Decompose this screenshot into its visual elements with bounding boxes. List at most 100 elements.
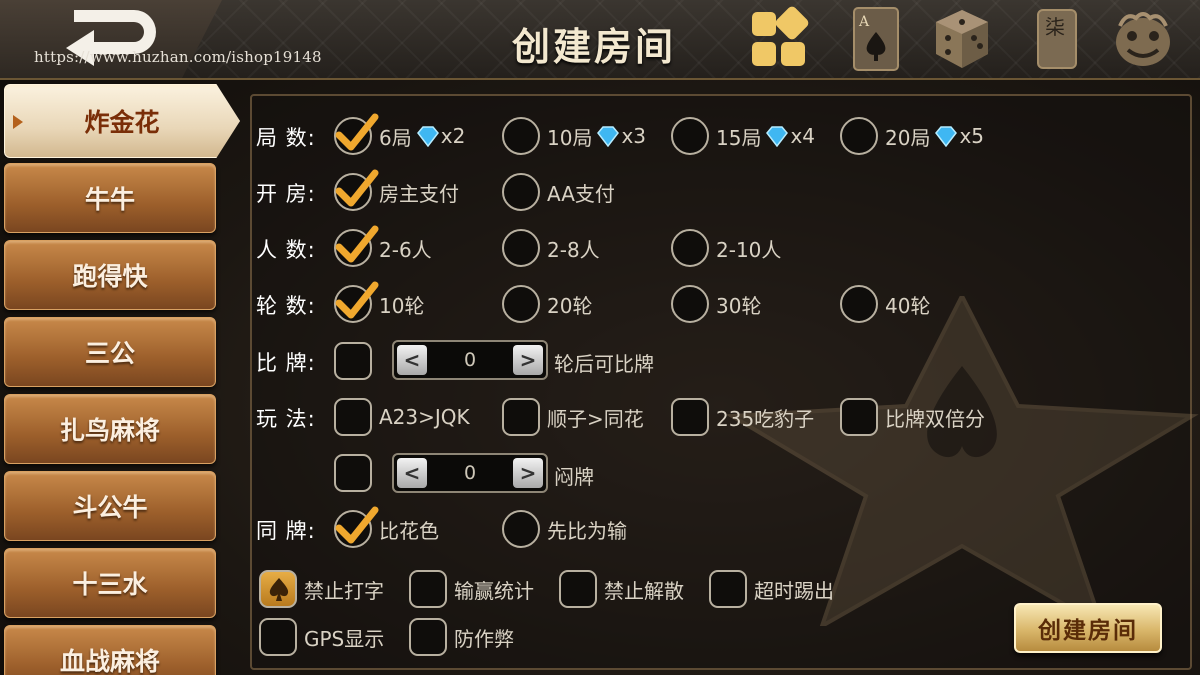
checkbox-unchecked[interactable] — [334, 398, 372, 436]
sidebar-item-label: 扎鸟麻将 — [59, 416, 160, 445]
radio-unchecked[interactable] — [671, 229, 709, 267]
option-label: GPS显示 — [304, 626, 385, 651]
option-label: 顺子>同花 — [547, 406, 644, 431]
rounds-option-20[interactable]: 20局 x5 — [840, 117, 984, 155]
rounds-option-10[interactable]: 10局 x3 — [502, 117, 646, 155]
sidebar-item-label: 三公 — [84, 339, 135, 368]
extra-option-timeout-kick[interactable]: 超时踢出 — [709, 570, 834, 608]
checkbox-unchecked[interactable] — [409, 618, 447, 656]
checkbox-checked[interactable] — [259, 570, 297, 608]
radio-checked[interactable] — [334, 285, 372, 323]
mahjong-icon[interactable]: 柒 — [1030, 6, 1092, 72]
create-room-button[interactable]: 创建房间 — [1014, 603, 1162, 653]
rounds-option-6[interactable]: 6局 x2 — [334, 117, 465, 155]
rounds-option-15[interactable]: 15局 x4 — [671, 117, 815, 155]
spade-icon — [269, 578, 289, 601]
radio-unchecked[interactable] — [840, 285, 878, 323]
option-label: 禁止打字 — [304, 578, 384, 603]
turns-option-40[interactable]: 40轮 — [840, 285, 930, 323]
rounds-label: 局 数: — [256, 126, 316, 150]
diamond-icon — [766, 126, 789, 147]
sidebar-item-shisanshui[interactable]: 十三水 — [4, 548, 216, 618]
lion-icon[interactable] — [1112, 6, 1174, 72]
sidebar-item-label: 斗公牛 — [72, 493, 148, 522]
option-label: 先比为输 — [547, 518, 627, 543]
selected-triangle-icon — [13, 115, 23, 129]
radio-unchecked[interactable] — [671, 285, 709, 323]
turns-option-20[interactable]: 20轮 — [502, 285, 592, 323]
option-label: 40轮 — [885, 293, 931, 318]
checkbox-unchecked[interactable] — [840, 398, 878, 436]
svg-text:A: A — [858, 14, 870, 30]
blind-checkbox[interactable] — [334, 454, 372, 492]
play-option-double[interactable]: 比牌双倍分 — [840, 398, 985, 436]
play-option-straight[interactable]: 顺子>同花 — [502, 398, 644, 436]
sidebar-item-zhaniao-mahjong[interactable]: 扎鸟麻将 — [4, 394, 216, 464]
sidebar-item-xuezhan-mahjong[interactable]: 血战麻将 — [4, 625, 216, 675]
checkbox-unchecked[interactable] — [502, 398, 540, 436]
sidebar-item-label: 血战麻将 — [59, 647, 160, 675]
checkbox-unchecked[interactable] — [709, 570, 747, 608]
same-option-suit[interactable]: 比花色 — [334, 510, 439, 548]
extra-option-win-loss-stats[interactable]: 输赢统计 — [409, 570, 534, 608]
option-label: 10局 — [547, 125, 593, 150]
compare-label: 比 牌: — [256, 351, 316, 375]
sidebar-item-zhajinhua[interactable]: 炸金花 — [4, 84, 240, 158]
radio-unchecked[interactable] — [502, 117, 540, 155]
players-option-2-10[interactable]: 2-10人 — [671, 229, 781, 267]
extra-option-no-typing[interactable]: 禁止打字 — [259, 570, 384, 608]
compare-suffix: 轮后可比牌 — [554, 352, 654, 376]
sidebar-item-dougongniu[interactable]: 斗公牛 — [4, 471, 216, 541]
sidebar-item-sangong[interactable]: 三公 — [4, 317, 216, 387]
radio-checked[interactable] — [334, 173, 372, 211]
open-option-aa-pay[interactable]: AA支付 — [502, 173, 615, 211]
play-option-235[interactable]: 235吃豹子 — [671, 398, 814, 436]
checkmark-icon — [335, 225, 379, 267]
players-option-2-8[interactable]: 2-8人 — [502, 229, 600, 267]
card-icon[interactable]: A — [848, 6, 910, 72]
extra-option-anti-cheat[interactable]: 防作弊 — [409, 618, 514, 656]
checkbox-unchecked[interactable] — [409, 570, 447, 608]
open-option-owner-pay[interactable]: 房主支付 — [334, 173, 459, 211]
open-room-label: 开 房: — [256, 182, 316, 206]
option-label: 超时踢出 — [754, 578, 834, 603]
radio-unchecked[interactable] — [840, 117, 878, 155]
page-title: 创建房间 — [512, 24, 677, 69]
option-label: 20轮 — [547, 293, 593, 318]
checkbox-unchecked[interactable] — [259, 618, 297, 656]
radio-unchecked[interactable] — [502, 229, 540, 267]
option-label: 输赢统计 — [454, 578, 534, 603]
increase-button[interactable]: > — [513, 458, 543, 488]
turns-option-10[interactable]: 10轮 — [334, 285, 424, 323]
checkmark-icon — [335, 169, 379, 211]
radio-unchecked[interactable] — [671, 117, 709, 155]
checkbox-unchecked[interactable] — [671, 398, 709, 436]
radio-checked[interactable] — [334, 510, 372, 548]
extra-option-no-dissolve[interactable]: 禁止解散 — [559, 570, 684, 608]
increase-button[interactable]: > — [513, 345, 543, 375]
diamond-cost: x3 — [621, 124, 647, 148]
option-label: 2-8人 — [547, 237, 600, 262]
same-card-label: 同 牌: — [256, 519, 316, 543]
top-bar: https://www.huzhan.com/ishop19148 创建房间 A… — [0, 0, 1200, 80]
extra-option-gps[interactable]: GPS显示 — [259, 618, 384, 656]
sidebar-item-niuniu[interactable]: 牛牛 — [4, 163, 216, 233]
radio-unchecked[interactable] — [502, 285, 540, 323]
option-label: 2-10人 — [716, 237, 782, 262]
play-option-a23[interactable]: A23>JQK — [334, 398, 470, 436]
option-label: 2-6人 — [379, 237, 432, 262]
radio-checked[interactable] — [334, 117, 372, 155]
grid-icon[interactable] — [748, 6, 810, 72]
dice-icon[interactable] — [932, 6, 994, 72]
radio-unchecked[interactable] — [502, 173, 540, 211]
turns-option-30[interactable]: 30轮 — [671, 285, 761, 323]
back-button[interactable] — [0, 0, 222, 78]
option-label: 30轮 — [716, 293, 762, 318]
checkbox-unchecked[interactable] — [559, 570, 597, 608]
radio-unchecked[interactable] — [502, 510, 540, 548]
compare-checkbox[interactable] — [334, 342, 372, 380]
players-option-2-6[interactable]: 2-6人 — [334, 229, 432, 267]
same-option-first-loses[interactable]: 先比为输 — [502, 510, 627, 548]
radio-checked[interactable] — [334, 229, 372, 267]
sidebar-item-paodekuai[interactable]: 跑得快 — [4, 240, 216, 310]
